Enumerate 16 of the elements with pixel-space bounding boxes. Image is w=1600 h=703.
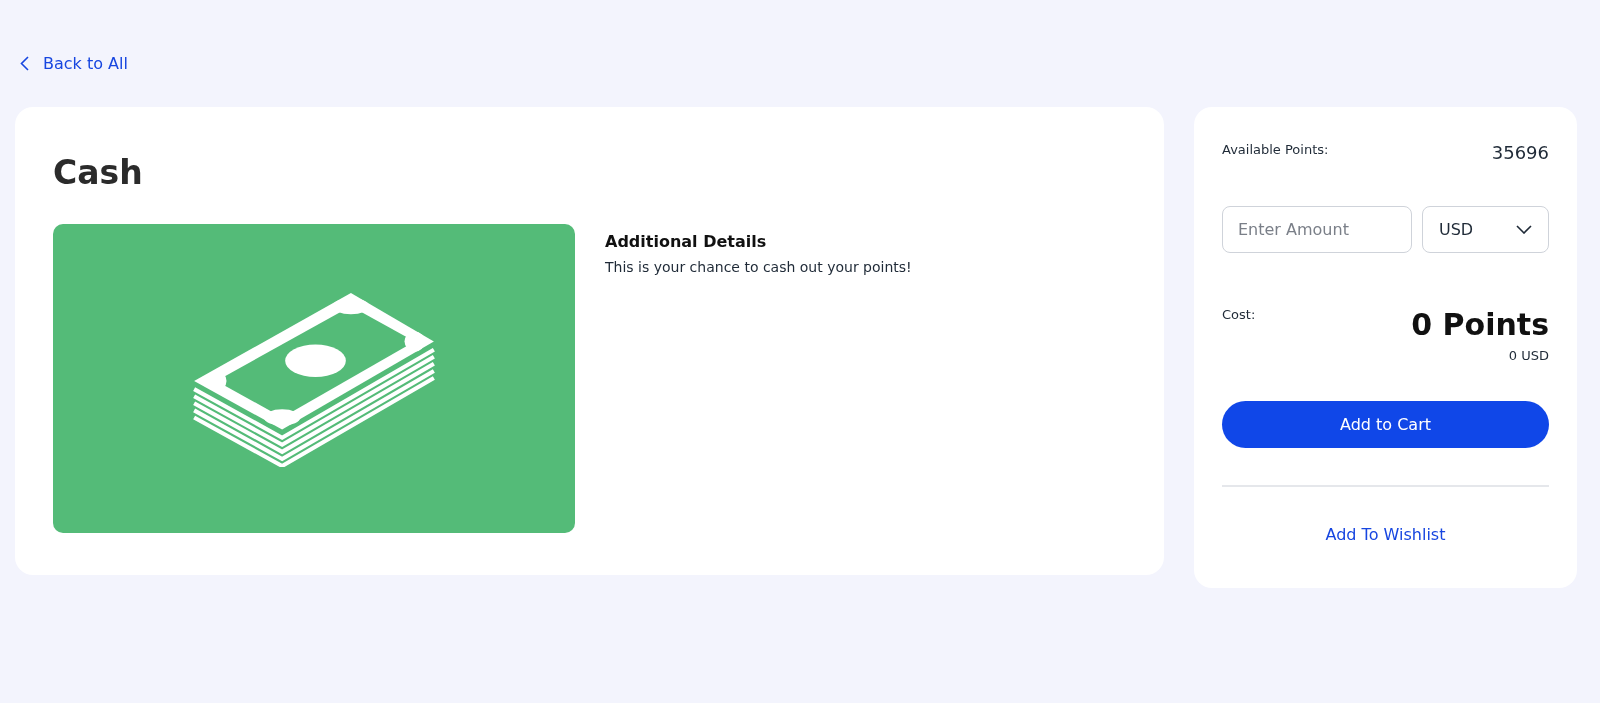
cost-label: Cost: (1222, 307, 1256, 322)
add-to-cart-button[interactable]: Add to Cart (1222, 401, 1549, 448)
details-text: This is your chance to cash out your points! (605, 259, 912, 275)
cost-currency: 0 USD (1508, 348, 1549, 363)
product-title: Cash (53, 153, 144, 192)
available-points-value: 35696 (1491, 142, 1549, 163)
available-points-label: Available Points: (1222, 142, 1329, 157)
amount-field[interactable]: Enter Amount (1222, 206, 1412, 253)
chevron-left-icon (20, 56, 29, 71)
add-to-wishlist-link[interactable]: Add To Wishlist (1325, 525, 1446, 544)
cost-points: 0 Points (1411, 307, 1549, 342)
chevron-down-icon (1516, 225, 1532, 234)
details-heading: Additional Details (605, 232, 768, 251)
currency-select[interactable]: USD (1422, 206, 1549, 253)
back-link[interactable]: Back to All (15, 54, 128, 73)
money-stack-icon (191, 290, 437, 467)
